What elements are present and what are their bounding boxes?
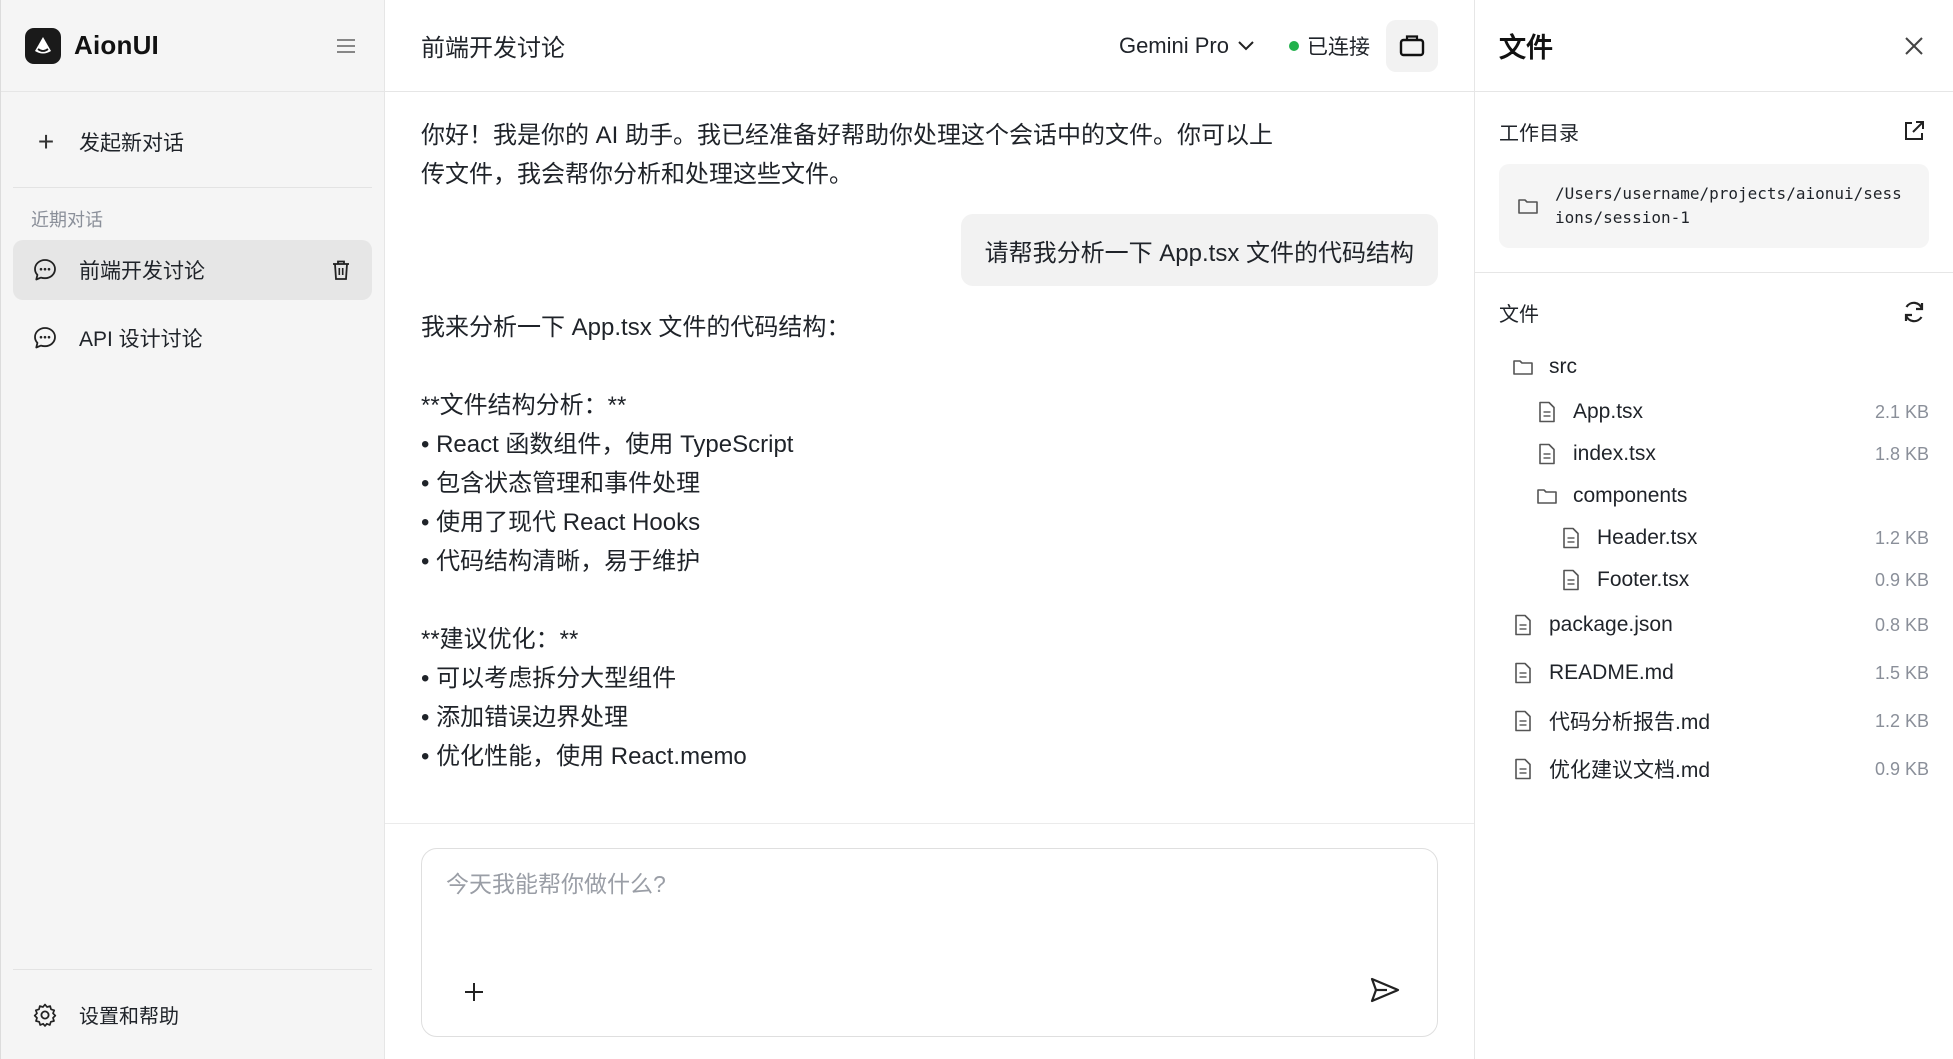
- app-window: AionUI + 发起新对话 近期对话 前端开发讨论 API 设计讨论 设置和帮…: [0, 0, 1953, 1059]
- tree-item-name: src: [1549, 355, 1577, 378]
- file-icon: [1535, 442, 1559, 466]
- new-chat-button[interactable]: + 发起新对话: [13, 112, 372, 172]
- plus-icon: +: [37, 126, 55, 157]
- chevron-down-icon: [1237, 40, 1255, 52]
- settings-button[interactable]: 设置和帮助: [13, 969, 372, 1059]
- file-icon: [1511, 757, 1535, 781]
- tree-item-file[interactable]: package.json 0.8 KB: [1499, 601, 1929, 649]
- tree-item-folder[interactable]: src: [1499, 343, 1929, 391]
- send-icon[interactable]: [1367, 972, 1403, 1008]
- briefcase-icon: [1399, 34, 1425, 56]
- tree-item-file[interactable]: 代码分析报告.md 1.2 KB: [1499, 697, 1929, 745]
- tree-item-name: 代码分析报告.md: [1549, 711, 1711, 734]
- page-title: 前端开发讨论: [421, 35, 565, 62]
- file-size: 0.9 KB: [1874, 758, 1929, 779]
- conversation-label: 前端开发讨论: [79, 260, 205, 283]
- tree-item-name: App.tsx: [1573, 400, 1644, 423]
- folder-icon: [1517, 195, 1539, 217]
- menu-toggle-icon[interactable]: [332, 32, 360, 60]
- file-icon: [1511, 613, 1535, 637]
- user-message-row: 请帮我分析一下 App.tsx 文件的代码结构: [421, 214, 1438, 286]
- app-logo-icon: [25, 27, 61, 64]
- path-text: /Users/username/projects/aionui/sessions…: [1555, 184, 1902, 227]
- file-size: 1.2 KB: [1874, 527, 1929, 548]
- conversation-item-api[interactable]: API 设计讨论: [13, 308, 372, 368]
- status-text: 已连接: [1307, 35, 1370, 59]
- connection-status: 已连接: [1289, 31, 1370, 61]
- files-section: 文件 src App.tsx 2.1 KB index.tsx 1.8 KB c…: [1475, 273, 1953, 793]
- tree-item-name: components: [1573, 484, 1688, 507]
- file-size: 0.8 KB: [1874, 614, 1929, 635]
- refresh-icon[interactable]: [1899, 297, 1929, 327]
- files-panel-header: 文件: [1475, 0, 1953, 92]
- gear-icon: [31, 1001, 59, 1029]
- conversation-item-frontend[interactable]: 前端开发讨论: [13, 240, 372, 300]
- external-link-icon[interactable]: [1899, 116, 1929, 146]
- tree-item-file[interactable]: Header.tsx 1.2 KB: [1499, 517, 1929, 559]
- tree-item-name: 优化建议文档.md: [1549, 759, 1711, 782]
- tree-item-file[interactable]: App.tsx 2.1 KB: [1499, 391, 1929, 433]
- files-label: 文件: [1499, 303, 1539, 326]
- file-icon: [1511, 709, 1535, 733]
- model-name: Gemini Pro: [1118, 32, 1229, 58]
- add-attachment-icon[interactable]: [458, 976, 490, 1008]
- file-size: 1.2 KB: [1874, 710, 1929, 731]
- tree-item-name: README.md: [1549, 661, 1674, 684]
- model-selector[interactable]: Gemini Pro: [1119, 33, 1255, 59]
- working-directory-label: 工作目录: [1499, 122, 1579, 145]
- file-icon: [1559, 526, 1583, 550]
- close-icon[interactable]: [1899, 31, 1929, 61]
- file-tree: src App.tsx 2.1 KB index.tsx 1.8 KB comp…: [1499, 343, 1929, 793]
- file-icon: [1511, 661, 1535, 685]
- tree-item-file[interactable]: Footer.tsx 0.9 KB: [1499, 559, 1929, 601]
- sidebar: AionUI + 发起新对话 近期对话 前端开发讨论 API 设计讨论 设置和帮…: [0, 0, 385, 1059]
- tree-item-file[interactable]: index.tsx 1.8 KB: [1499, 433, 1929, 475]
- file-icon: [1559, 568, 1583, 592]
- files-panel: 文件 工作目录 /Users/username/projects/aionui/…: [1475, 0, 1953, 1059]
- tree-item-name: Header.tsx: [1597, 526, 1698, 549]
- working-directory-header: 工作目录: [1499, 112, 1929, 150]
- trash-icon[interactable]: [328, 257, 354, 283]
- status-dot: [1289, 40, 1299, 51]
- chat-bubble-icon: [31, 256, 59, 284]
- tree-item-file[interactable]: README.md 1.5 KB: [1499, 649, 1929, 697]
- recent-section-label: 近期对话: [31, 210, 103, 230]
- brand-name: AionUI: [74, 30, 159, 60]
- brand-bar: AionUI: [1, 0, 384, 92]
- composer-area: [385, 824, 1474, 1059]
- message-list: 你好！我是你的 AI 助手。我已经准备好帮助你处理这个会话中的文件。你可以上传文…: [385, 92, 1474, 824]
- tree-item-file[interactable]: 优化建议文档.md 0.9 KB: [1499, 745, 1929, 793]
- chat-main: 前端开发讨论 Gemini Pro 已连接 你好！我是你的 AI 助手。我已经准…: [385, 0, 1475, 1059]
- working-directory-path[interactable]: /Users/username/projects/aionui/sessions…: [1499, 164, 1929, 248]
- tree-item-name: package.json: [1549, 613, 1673, 636]
- file-size: 1.5 KB: [1874, 662, 1929, 683]
- composer: [421, 848, 1438, 1037]
- assistant-message: 我来分析一下 App.tsx 文件的代码结构： **文件结构分析：** • Re…: [421, 314, 851, 770]
- settings-label: 设置和帮助: [79, 1006, 179, 1028]
- file-size: 0.9 KB: [1874, 569, 1929, 590]
- chat-header: 前端开发讨论 Gemini Pro 已连接: [385, 0, 1474, 92]
- tree-item-name: index.tsx: [1573, 442, 1656, 465]
- new-chat-label: 发起新对话: [79, 132, 184, 155]
- folder-icon: [1511, 355, 1535, 379]
- assistant-message: 你好！我是你的 AI 助手。我已经准备好帮助你处理这个会话中的文件。你可以上传文…: [421, 122, 1274, 188]
- folder-icon: [1535, 484, 1559, 508]
- files-panel-title: 文件: [1499, 33, 1553, 63]
- message-input[interactable]: [446, 871, 1346, 898]
- files-panel-toggle-button[interactable]: [1386, 19, 1438, 72]
- file-size: 1.8 KB: [1874, 443, 1929, 464]
- working-directory-section: 工作目录 /Users/username/projects/aionui/ses…: [1475, 92, 1953, 273]
- conversation-label: API 设计讨论: [79, 328, 203, 351]
- file-icon: [1535, 400, 1559, 424]
- files-header: 文件: [1499, 293, 1929, 331]
- user-message: 请帮我分析一下 App.tsx 文件的代码结构: [960, 214, 1438, 286]
- chat-bubble-icon: [31, 324, 59, 352]
- tree-item-name: Footer.tsx: [1597, 568, 1690, 591]
- file-size: 2.1 KB: [1874, 401, 1929, 422]
- tree-item-folder[interactable]: components: [1499, 475, 1929, 517]
